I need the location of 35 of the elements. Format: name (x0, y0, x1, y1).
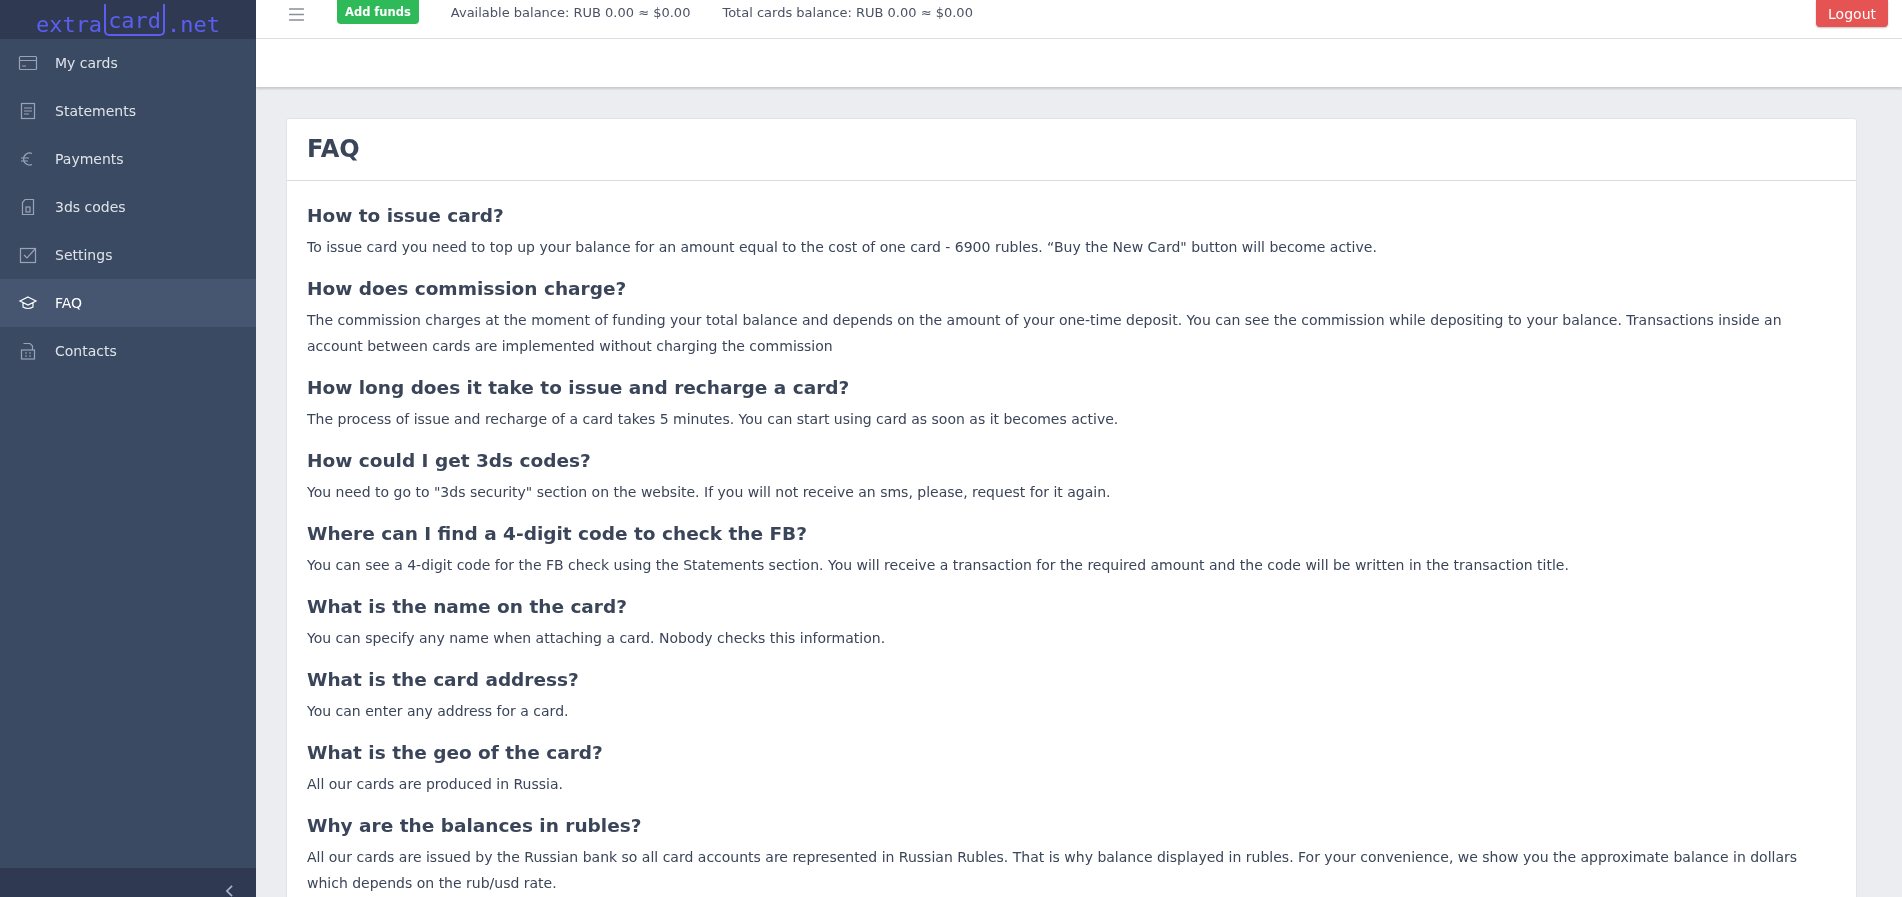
chevron-left-icon[interactable] (225, 885, 234, 897)
faq-question: What is the card address? (307, 669, 580, 690)
faq-answer: You can see a 4-digit code for the FB check using the Statements section. You will receive a transaction for the required amount and the code will be written in the transaction title. (307, 556, 1570, 575)
checkbox-icon (18, 245, 38, 265)
faq-answer: You can enter any address for a card. (307, 702, 570, 721)
sidebar-item[interactable]: Payments (0, 135, 256, 183)
logout-button[interactable]: Logout (1816, 0, 1888, 27)
faq-question: How to issue card? (307, 205, 505, 226)
faq-answer: To issue card you need to top up your balance for an amount equal to the cost of one card - 6900 rubles. “Buy the New Card" button will become active. (307, 238, 1378, 257)
faq-answer: The commission charges at the moment of funding your total balance and depends on the amount of your one-time deposit. You can see the commission while depositing to your balance. Transactions inside an account between cards are implemented without charging the commission (307, 311, 1783, 356)
faq-question: Where can I find a 4-digit code to check the FB? (307, 523, 808, 544)
faq-question: What is the geo of the card? (307, 742, 604, 763)
faq-question: What is the name on the card? (307, 596, 628, 617)
fax-icon (18, 341, 38, 361)
sidebar-item[interactable]: 3ds codes (0, 183, 256, 231)
faq-answer: All our cards are issued by the Russian bank so all card accounts are represented in Russian Rubles. That is why balance displayed in rubles. For your convenience, we show you the approximate balance in dollars which depends on the rub/usd rate. (307, 848, 1799, 893)
faq-answer: You can specify any name when attaching a card. Nobody checks this information. (307, 629, 887, 648)
document-icon (18, 101, 38, 121)
faq-question: How long does it take to issue and recharge a card? (307, 377, 851, 398)
faq-question: How does commission charge? (307, 278, 628, 299)
total-balance: Total cards balance: RUB 0.00 ≈ $0.00 (722, 5, 973, 20)
credit-card-icon (18, 53, 38, 73)
sidebar-item[interactable]: My cards (0, 39, 256, 87)
available-balance: Available balance: RUB 0.00 ≈ $0.00 (450, 5, 691, 20)
sidebar-item[interactable]: Statements (0, 87, 256, 135)
faq-question: How could I get 3ds codes? (307, 450, 592, 471)
sidebar-item[interactable]: FAQ (0, 279, 256, 327)
faq-answer: The process of issue and recharge of a card takes 5 minutes. You can start using card as soon as it becomes active. (307, 410, 1120, 429)
faq-title: FAQ (287, 119, 1856, 181)
faq-answer: You need to go to "3ds security" section on the website. If you will not receive an sms, please, request for it again. (307, 483, 1112, 502)
faq-answer: All our cards are produced in Russia. (307, 775, 564, 794)
faq-question: Why are the balances in rubles? (307, 815, 643, 836)
sidebar-item[interactable]: Contacts (0, 327, 256, 375)
sidebar-item[interactable]: Settings (0, 231, 256, 279)
menu-icon[interactable] (289, 8, 304, 21)
